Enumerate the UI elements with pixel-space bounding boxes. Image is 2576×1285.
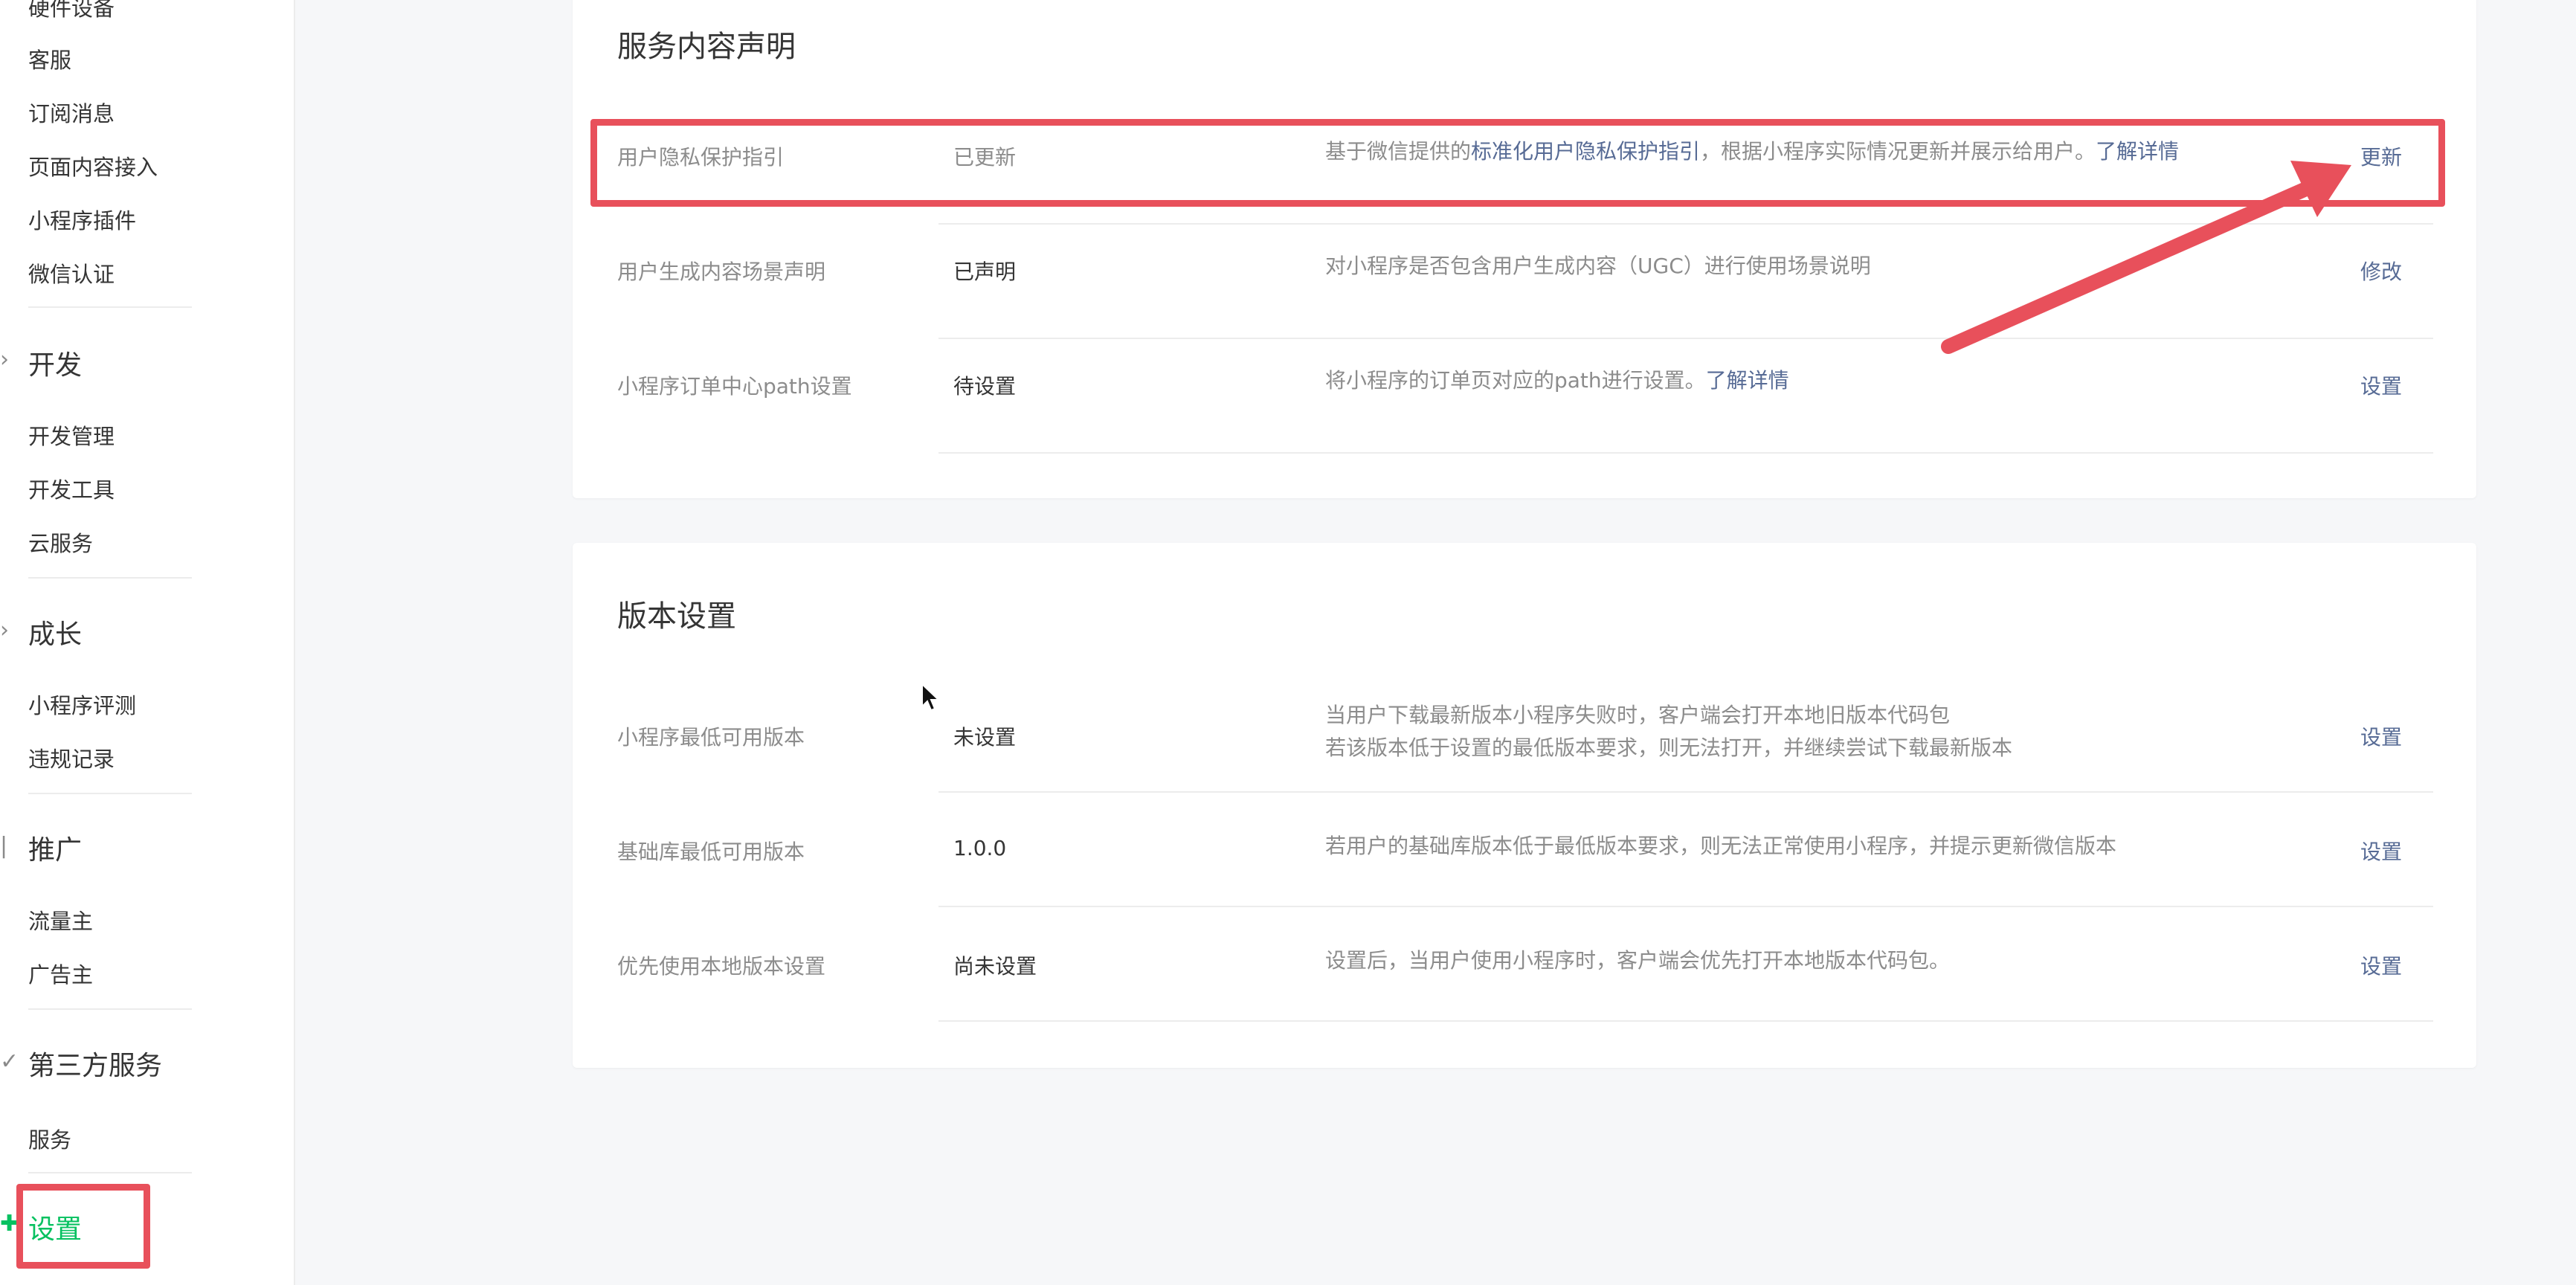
row-divider: [938, 906, 2433, 907]
ugc-edit-button[interactable]: 修改: [2360, 256, 2402, 286]
sidebar-item-dev-tools[interactable]: 开发工具: [28, 473, 115, 504]
row-status-baselib: 1.0.0: [953, 836, 1007, 860]
table-row: 基础库最低可用版本 1.0.0 若用户的基础库版本低于最低版本要求，则无法正常使…: [573, 834, 2476, 873]
sidebar-item-hardware[interactable]: 硬件设备: [28, 0, 115, 22]
row-desc-local-version: 设置后，当用户使用小程序时，客户端会优先打开本地版本代码包。: [1325, 948, 1951, 973]
row-desc-baselib: 若用户的基础库版本低于最低版本要求，则无法正常使用小程序，并提示更新微信版本: [1325, 834, 2117, 858]
sidebar-item-violations[interactable]: 违规记录: [28, 742, 115, 773]
sidebar-section-settings[interactable]: 设置: [28, 1208, 82, 1246]
settings-icon: ✚: [0, 1211, 19, 1237]
sidebar-divider: [28, 793, 192, 794]
baselib-set-button[interactable]: 设置: [2360, 836, 2402, 866]
sidebar-item-advertiser[interactable]: 广告主: [28, 958, 93, 989]
privacy-update-button[interactable]: 更新: [2360, 141, 2402, 171]
row-label-local-version: 优先使用本地版本设置: [617, 954, 826, 979]
order-path-set-button[interactable]: 设置: [2360, 370, 2402, 400]
sidebar-divider: [28, 577, 192, 579]
row-desc-order-path: 将小程序的订单页对应的path进行设置。了解详情: [1325, 364, 1789, 397]
sidebar-section-promo[interactable]: 推广: [28, 828, 82, 867]
card-title-version: 版本设置: [617, 599, 736, 634]
desc-text: ，根据小程序实际情况更新并展示给用户。: [1700, 139, 2096, 164]
desc-text: 基于微信提供的: [1325, 139, 1472, 164]
third-party-icon: ✓: [0, 1049, 19, 1075]
sidebar-item-customer-service[interactable]: 客服: [28, 43, 71, 74]
row-status-order-path: 待设置: [953, 374, 1017, 399]
row-status-min-version: 未设置: [953, 725, 1017, 750]
table-row: 优先使用本地版本设置 尚未设置 设置后，当用户使用小程序时，客户端会优先打开本地…: [573, 948, 2476, 988]
desc-line: 当用户下载最新版本小程序失败时，客户端会打开本地旧版本代码包: [1325, 703, 1951, 727]
row-desc-min-version: 当用户下载最新版本小程序失败时，客户端会打开本地旧版本代码包若该版本低于设置的最…: [1325, 699, 2012, 764]
mouse-cursor-icon: [921, 683, 940, 712]
row-divider: [938, 338, 2433, 339]
table-row: 小程序订单中心path设置 待设置 将小程序的订单页对应的path进行设置。了解…: [573, 368, 2476, 408]
table-row: 用户隐私保护指引 已更新 基于微信提供的标准化用户隐私保护指引，根据小程序实际情…: [573, 139, 2476, 178]
sidebar-item-traffic-owner[interactable]: 流量主: [28, 904, 93, 935]
row-desc-ugc: 对小程序是否包含用户生成内容（UGC）进行使用场景说明: [1325, 254, 1871, 278]
sidebar-section-growth[interactable]: 成长: [28, 613, 82, 651]
sidebar-section-third-party[interactable]: 第三方服务: [28, 1044, 162, 1083]
row-label-baselib: 基础库最低可用版本: [617, 840, 805, 864]
sidebar: 硬件设备 客服 订阅消息 页面内容接入 小程序插件 微信认证 › 开发 开发管理…: [0, 0, 295, 1285]
row-divider: [938, 791, 2433, 793]
row-label-privacy: 用户隐私保护指引: [617, 145, 785, 170]
sidebar-section-dev[interactable]: 开发: [28, 344, 82, 382]
sidebar-item-wechat-auth[interactable]: 微信认证: [28, 257, 115, 289]
sidebar-item-subscribe-message[interactable]: 订阅消息: [28, 97, 115, 128]
min-version-set-button[interactable]: 设置: [2360, 721, 2402, 751]
row-divider: [938, 223, 2433, 225]
growth-icon: ›: [0, 617, 9, 643]
row-status-local-version: 尚未设置: [953, 954, 1037, 979]
local-version-set-button[interactable]: 设置: [2360, 950, 2402, 980]
row-desc-privacy: 基于微信提供的标准化用户隐私保护指引，根据小程序实际情况更新并展示给用户。了解详…: [1325, 135, 2179, 168]
sidebar-item-plugin[interactable]: 小程序插件: [28, 204, 136, 235]
row-divider: [938, 452, 2433, 454]
row-status-privacy: 已更新: [953, 145, 1017, 170]
table-row: 用户生成内容场景声明 已声明 对小程序是否包含用户生成内容（UGC）进行使用场景…: [573, 254, 2476, 293]
sidebar-item-dev-manage[interactable]: 开发管理: [28, 419, 115, 451]
sidebar-divider: [28, 306, 192, 308]
card-title-service: 服务内容声明: [617, 30, 796, 64]
version-settings-card: 版本设置 小程序最低可用版本 未设置 当用户下载最新版本小程序失败时，客户端会打…: [573, 543, 2476, 1068]
service-content-card: 服务内容声明 用户隐私保护指引 已更新 基于微信提供的标准化用户隐私保护指引，根…: [573, 0, 2476, 498]
row-label-ugc: 用户生成内容场景声明: [617, 260, 826, 284]
learn-more-link[interactable]: 了解详情: [2096, 139, 2179, 164]
table-row: 小程序最低可用版本 未设置 当用户下载最新版本小程序失败时，客户端会打开本地旧版…: [573, 703, 2476, 760]
sidebar-item-services[interactable]: 服务: [28, 1123, 71, 1154]
sidebar-divider: [28, 1008, 192, 1010]
sidebar-item-cloud[interactable]: 云服务: [28, 526, 93, 558]
promotion-icon: |: [0, 833, 8, 859]
row-divider: [938, 1020, 2433, 1022]
privacy-guide-link[interactable]: 标准化用户隐私保护指引: [1471, 139, 1700, 164]
code-icon: ›: [0, 347, 9, 373]
sidebar-divider: [28, 1172, 192, 1173]
sidebar-item-page-content[interactable]: 页面内容接入: [28, 150, 158, 181]
row-status-ugc: 已声明: [953, 260, 1017, 284]
desc-text: 将小程序的订单页对应的path进行设置。: [1325, 368, 1706, 393]
row-label-order-path: 小程序订单中心path设置: [617, 374, 852, 399]
sidebar-item-evaluation[interactable]: 小程序评测: [28, 689, 136, 720]
learn-more-link[interactable]: 了解详情: [1706, 368, 1789, 393]
row-label-min-version: 小程序最低可用版本: [617, 725, 805, 750]
desc-line: 若该版本低于设置的最低版本要求，则无法打开，并继续尝试下载最新版本: [1325, 735, 2013, 760]
